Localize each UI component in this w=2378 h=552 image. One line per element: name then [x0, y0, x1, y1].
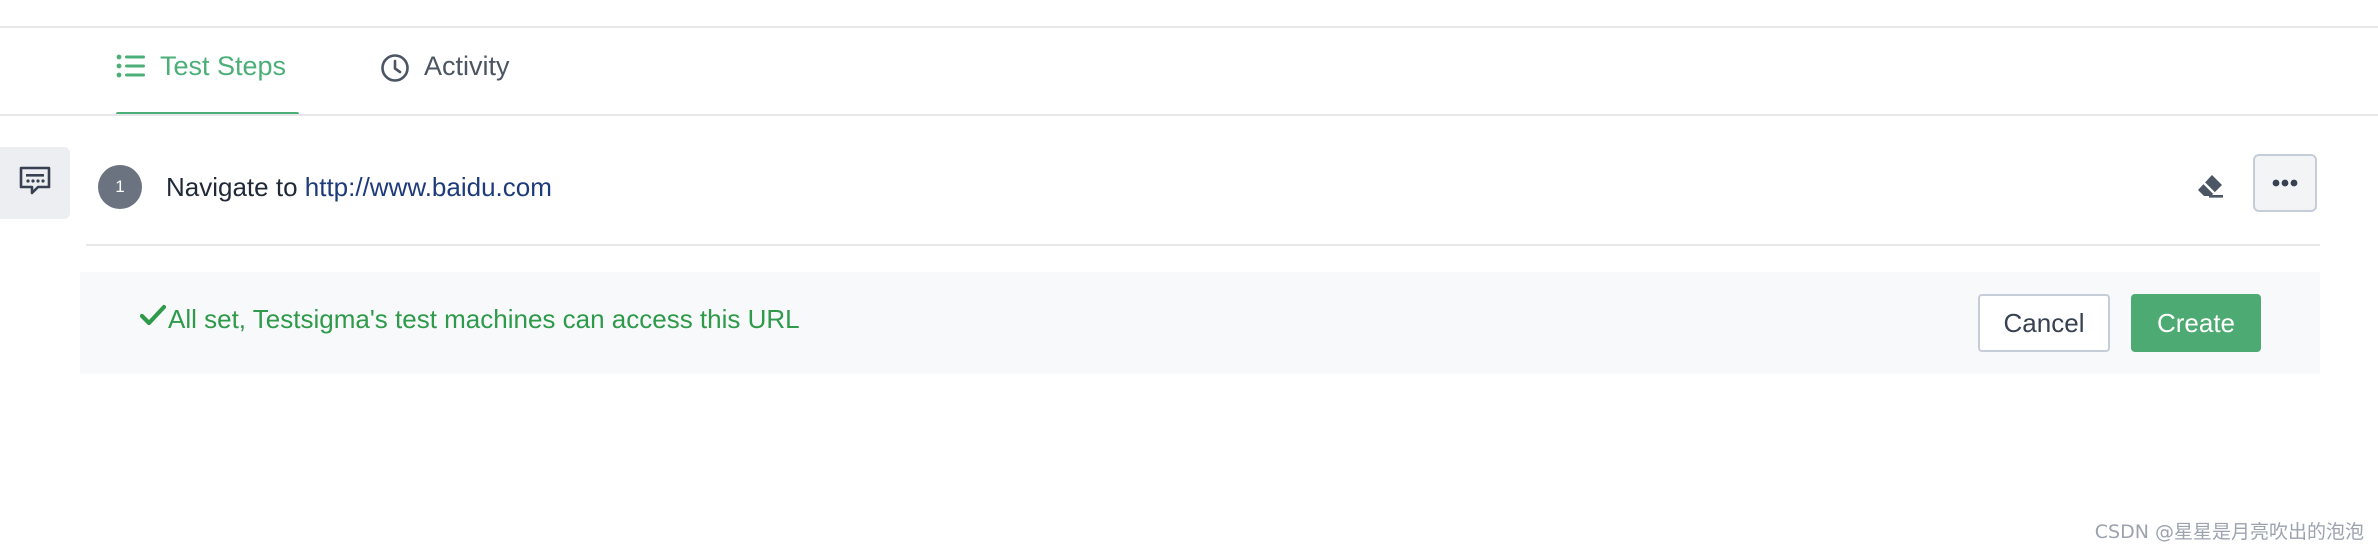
step-action-text: Navigate to: [166, 172, 298, 202]
step-divider: [86, 244, 2320, 246]
validation-message: All set, Testsigma's test machines can a…: [139, 304, 800, 335]
tab-activity-label: Activity: [424, 51, 510, 81]
check-icon: [139, 304, 167, 335]
watermark: CSDN @星星是月亮吹出的泡泡: [2094, 521, 2364, 543]
tab-test-steps-label: Test Steps: [160, 51, 287, 81]
top-divider: [0, 26, 2378, 28]
step-url: http://www.baidu.com: [304, 172, 552, 202]
tab-activity[interactable]: Activity: [380, 44, 510, 114]
list-icon: [116, 53, 146, 79]
tabs-divider: [0, 114, 2378, 116]
comment-toggle-button[interactable]: [0, 147, 70, 219]
validation-message-text: All set, Testsigma's test machines can a…: [168, 304, 800, 334]
url-validation-panel: All set, Testsigma's test machines can a…: [80, 272, 2320, 374]
create-button[interactable]: Create: [2131, 294, 2261, 352]
comment-icon: [18, 165, 52, 202]
page: Test Steps Activity 1 Navigate to http:/…: [0, 0, 2378, 552]
step-description[interactable]: Navigate to http://www.baidu.com: [166, 170, 552, 204]
eraser-icon: [2195, 172, 2225, 205]
tab-test-steps[interactable]: Test Steps: [116, 44, 299, 116]
more-horizontal-icon: [2272, 174, 2298, 192]
clear-step-button[interactable]: [2192, 170, 2228, 206]
step-number-badge: 1: [98, 165, 142, 209]
more-options-button[interactable]: [2253, 154, 2317, 212]
clock-icon: [380, 53, 410, 83]
cancel-button[interactable]: Cancel: [1978, 294, 2110, 352]
